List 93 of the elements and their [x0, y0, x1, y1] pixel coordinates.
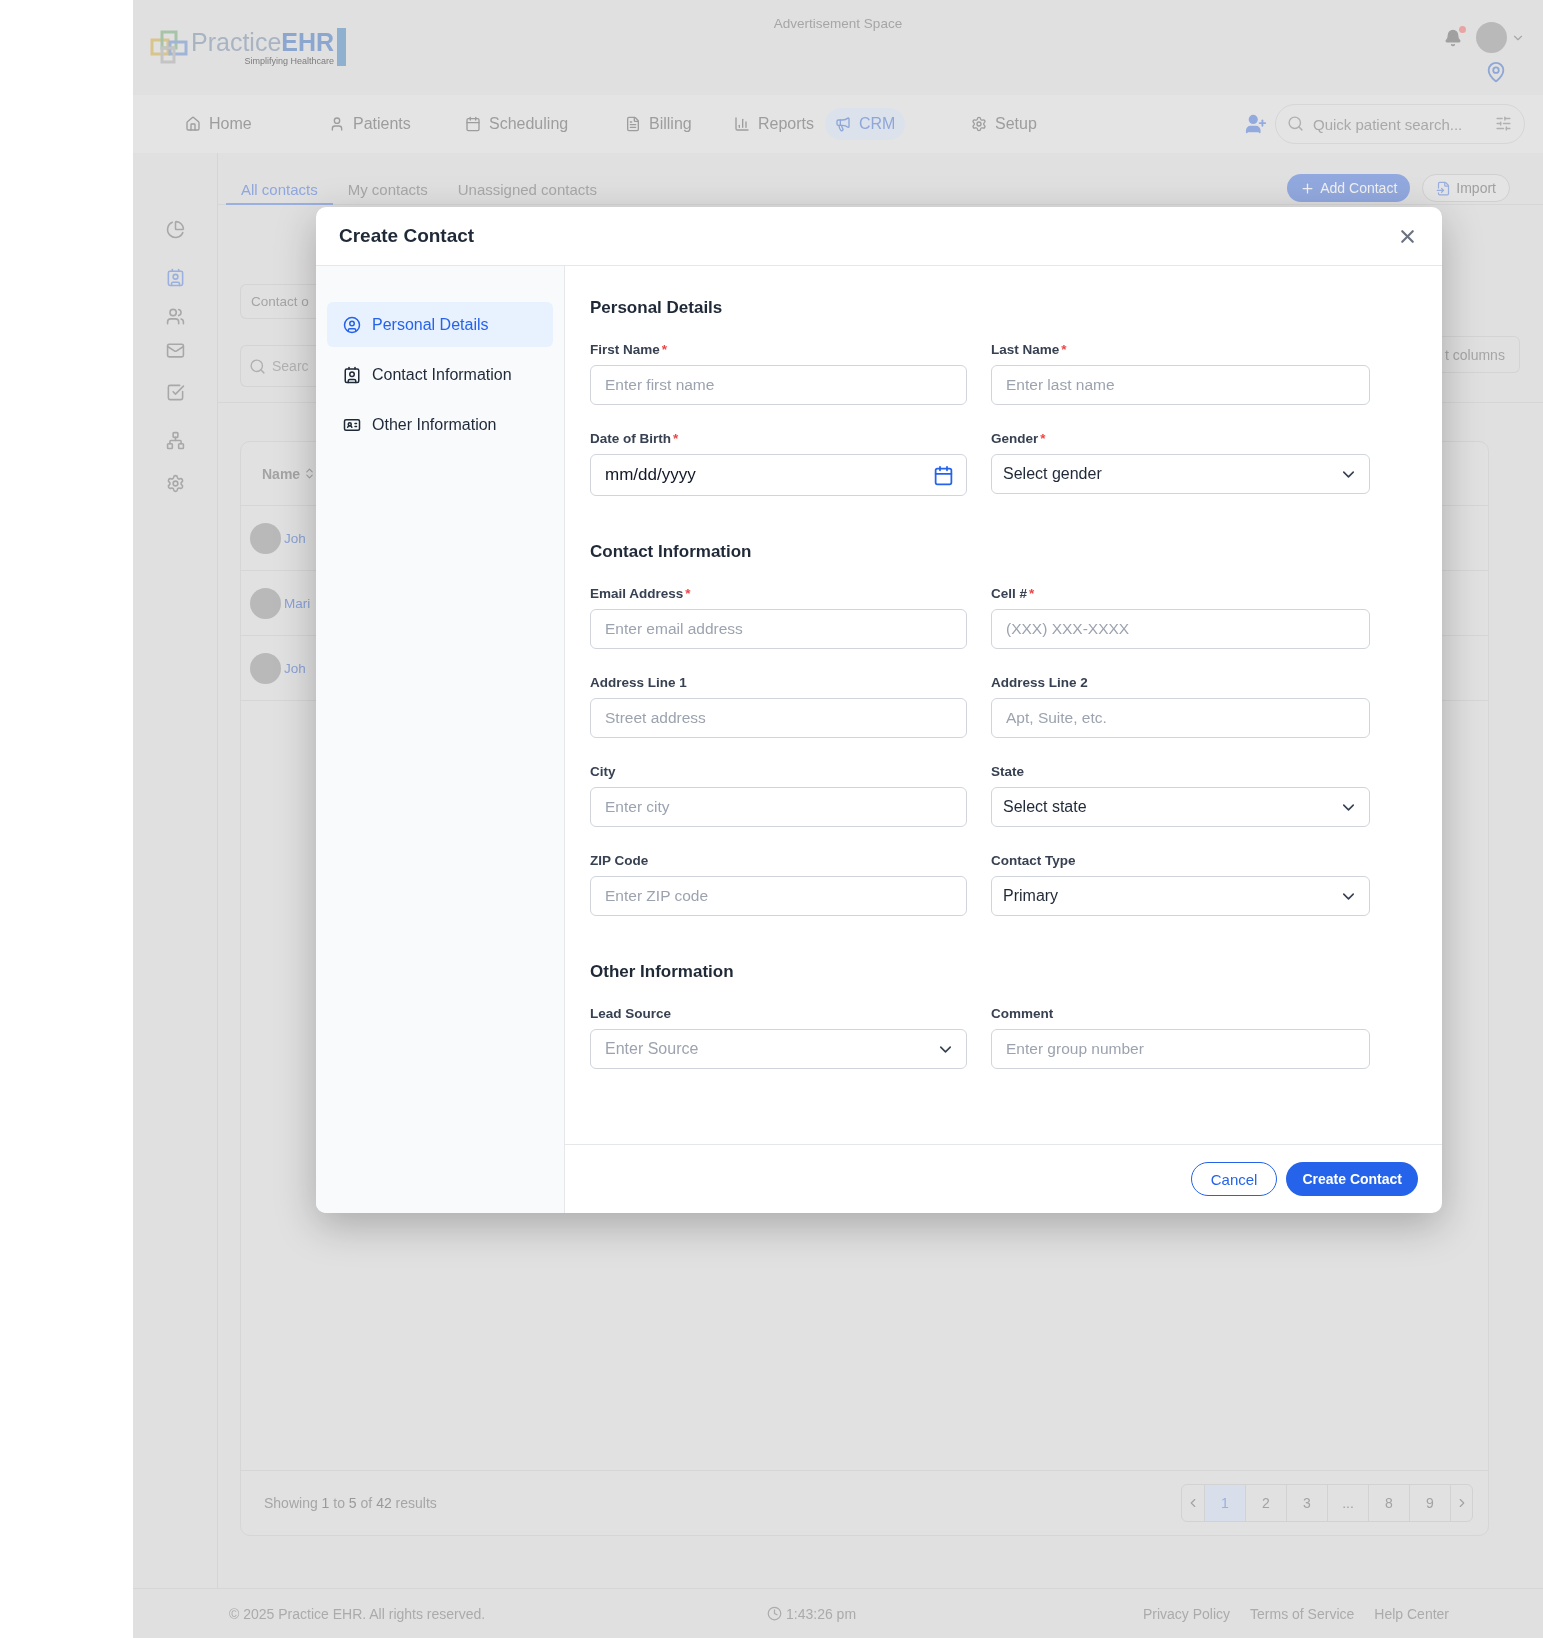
nav-tab[interactable]: Reports: [724, 108, 825, 140]
section-title: Contact Information: [590, 541, 753, 563]
search-icon: [249, 357, 266, 375]
nav-tab[interactable]: Scheduling: [455, 108, 579, 140]
calendar-icon[interactable]: [933, 464, 954, 486]
logo-bar-icon: [337, 28, 347, 66]
add-user-icon[interactable]: [1245, 113, 1267, 135]
field-label: Address Line 1: [590, 674, 688, 691]
user-circle-icon: [343, 315, 361, 334]
dropdown-field[interactable]: Enter Source: [590, 1029, 967, 1069]
bell-icon[interactable]: [1444, 28, 1462, 47]
dropdown-field[interactable]: Select state: [991, 787, 1370, 827]
field-label: Address Line 2: [991, 674, 1089, 691]
results-summary: Showing 1 to 5 of 42 results: [264, 1495, 437, 1511]
text-input[interactable]: Street address: [590, 698, 967, 738]
checkbox-icon[interactable]: [165, 383, 185, 402]
field-label: Last Name*: [991, 341, 1068, 358]
plus-icon: [1300, 180, 1316, 196]
field-label: ZIP Code: [590, 852, 650, 869]
text-input[interactable]: Enter email address: [590, 609, 967, 649]
tab[interactable]: All contacts: [226, 176, 333, 205]
field-label: Gender*: [991, 430, 1047, 447]
avatar: [250, 652, 281, 684]
logo-icon: [150, 28, 188, 66]
page-button[interactable]: 9: [1409, 1485, 1450, 1521]
field-label: Comment: [991, 1005, 1055, 1022]
text-input[interactable]: Enter first name: [590, 365, 967, 405]
text-input[interactable]: Enter group number: [991, 1029, 1370, 1069]
nav-tab[interactable]: Billing: [615, 108, 702, 140]
nav-tab[interactable]: Setup: [961, 108, 1047, 140]
add-button[interactable]: Add Contact: [1287, 174, 1411, 202]
section-nav-item[interactable]: Personal Details: [327, 302, 553, 347]
home-icon: [185, 116, 201, 132]
page-button[interactable]: 8: [1368, 1485, 1409, 1521]
section-title: Personal Details: [590, 297, 724, 319]
field-label: Date of Birth*: [590, 430, 680, 447]
dropdown-field[interactable]: Select gender: [991, 454, 1370, 494]
text-input[interactable]: Apt, Suite, etc.: [991, 698, 1370, 738]
field-label: City: [590, 763, 617, 780]
avatar: [250, 522, 281, 554]
advertisement-text: Advertisement Space: [773, 16, 903, 33]
text-input[interactable]: (XXX) XXX-XXXX: [991, 609, 1370, 649]
section-nav-item[interactable]: Contact Information: [327, 352, 553, 397]
nav-tab[interactable]: CRM: [825, 108, 906, 140]
settings-icon[interactable]: [165, 474, 185, 493]
calendar-icon: [465, 116, 481, 132]
field-label: State: [991, 763, 1025, 780]
field-label: Email Address*: [590, 585, 692, 602]
date-field[interactable]: mm/dd/yyyy: [590, 454, 967, 496]
mail-icon[interactable]: [165, 341, 185, 360]
file-import-icon: [1436, 180, 1452, 196]
text-input[interactable]: Enter city: [590, 787, 967, 827]
settings-icon: [971, 116, 987, 132]
section-title: Other Information: [590, 961, 735, 983]
pie-chart-icon[interactable]: [165, 220, 185, 239]
create-button[interactable]: Create Contact: [1286, 1162, 1418, 1196]
user-list-icon[interactable]: [165, 307, 185, 326]
document-icon: [625, 116, 641, 132]
location-pin-icon[interactable]: [1485, 61, 1507, 83]
field-label: Contact Type: [991, 852, 1077, 869]
text-input[interactable]: Enter last name: [991, 365, 1370, 405]
filter-icon[interactable]: [1495, 115, 1512, 132]
search-field[interactable]: Quick patient search...: [1275, 104, 1525, 144]
field-label: Cell #*: [991, 585, 1036, 602]
contact-name-link[interactable]: Joh: [284, 660, 306, 676]
contact-card-icon[interactable]: [165, 268, 185, 287]
clock-icon: [767, 1606, 782, 1621]
field-label: First Name*: [590, 341, 669, 358]
page-button[interactable]: 2: [1245, 1485, 1286, 1521]
contact-name-link[interactable]: Mari: [284, 595, 311, 611]
network-icon[interactable]: [165, 431, 185, 450]
column-header[interactable]: Name: [262, 465, 317, 482]
logo-tagline: Simplifying Healthcare: [244, 56, 335, 66]
page-button[interactable]: 1: [1204, 1485, 1245, 1521]
contact-name-link[interactable]: Joh: [284, 530, 306, 546]
dialog-title: Create Contact: [339, 225, 475, 247]
cancel-button[interactable]: Cancel: [1190, 1162, 1278, 1196]
nav-tab[interactable]: Patients: [319, 108, 421, 140]
field-label: Lead Source: [590, 1005, 673, 1022]
page-button[interactable]: ...: [1327, 1485, 1368, 1521]
import-button[interactable]: Import: [1422, 174, 1510, 202]
user-icon: [329, 116, 345, 132]
dropdown-field[interactable]: Primary: [991, 876, 1370, 916]
text-input[interactable]: Enter ZIP code: [590, 876, 967, 916]
bar-chart-icon: [734, 116, 750, 132]
page-button[interactable]: 3: [1286, 1485, 1327, 1521]
section-nav-item[interactable]: Other Information: [327, 402, 553, 447]
search-icon: [1287, 115, 1304, 132]
nav-tab[interactable]: Home: [175, 108, 262, 140]
megaphone-icon: [835, 116, 851, 132]
contact-card-icon: [343, 365, 361, 384]
avatar[interactable]: [1476, 22, 1507, 53]
avatar: [250, 587, 281, 619]
